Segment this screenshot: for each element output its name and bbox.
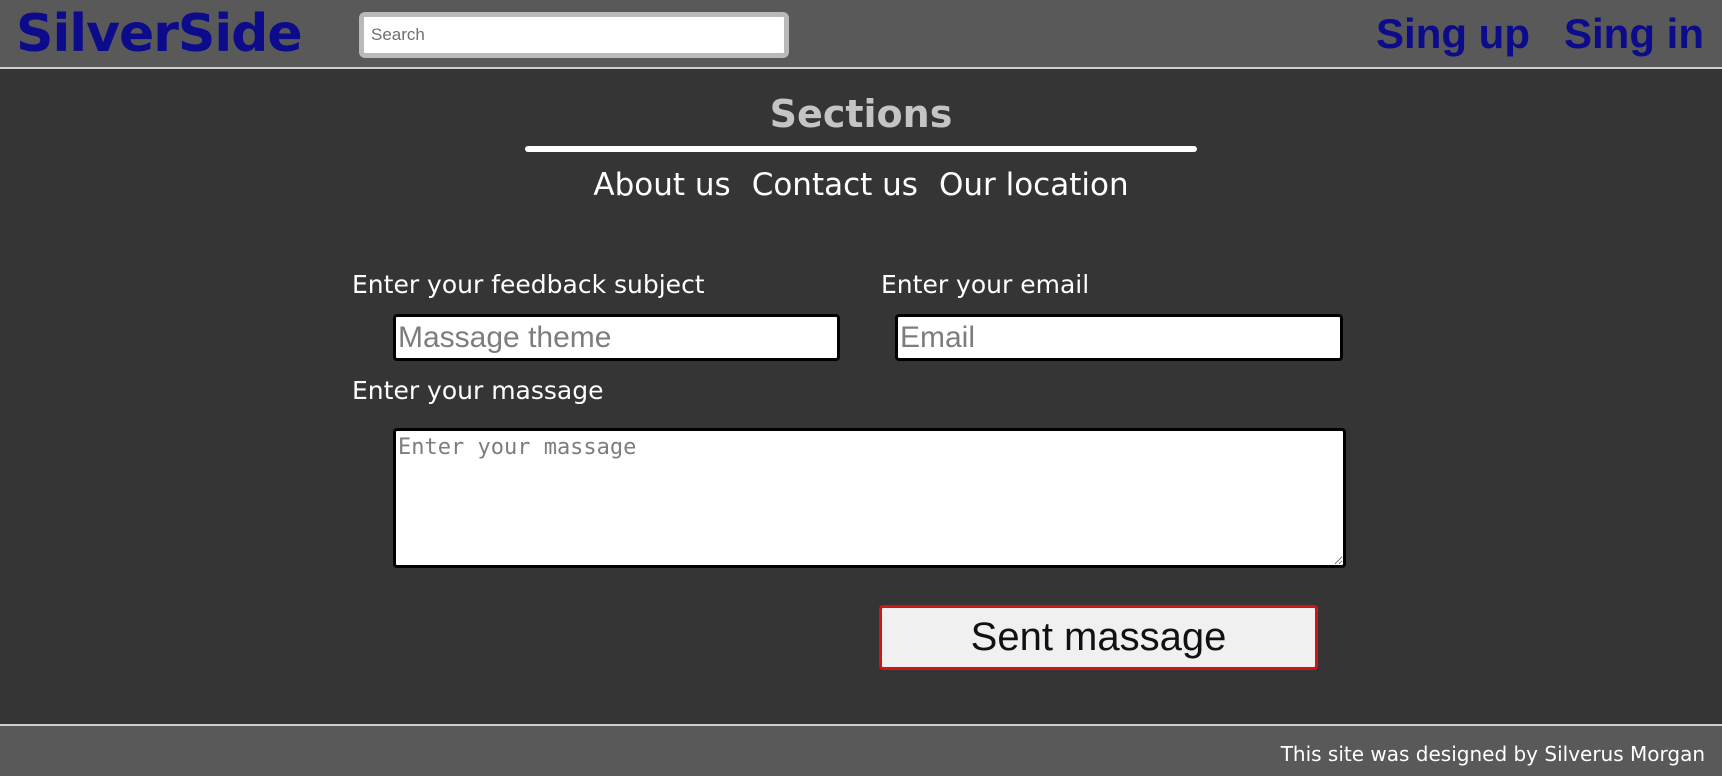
message-textarea[interactable]	[393, 428, 1346, 568]
message-label: Enter your massage	[352, 376, 604, 405]
nav-contact-us[interactable]: Contact us	[752, 163, 918, 207]
footer-credit: This site was designed by Silverus Morga…	[1280, 742, 1705, 766]
email-label: Enter your email	[881, 270, 1090, 299]
search-input[interactable]	[359, 12, 789, 58]
sign-in-link[interactable]: Sing in	[1564, 8, 1704, 60]
site-footer: This site was designed by Silverus Morga…	[0, 724, 1722, 776]
subject-label: Enter your feedback subject	[352, 270, 705, 299]
site-header: SilverSide Sing up Sing in	[0, 0, 1722, 69]
site-logo[interactable]: SilverSide	[16, 2, 303, 66]
send-message-button[interactable]: Sent massage	[879, 605, 1318, 670]
subject-input[interactable]	[393, 314, 840, 361]
auth-links: Sing up Sing in	[1376, 8, 1704, 60]
sections-heading: Sections	[769, 92, 953, 136]
sections-nav: About us Contact us Our location	[0, 163, 1722, 207]
sections-divider	[525, 146, 1197, 152]
nav-our-location[interactable]: Our location	[939, 163, 1129, 207]
email-input[interactable]	[895, 314, 1343, 361]
sign-up-link[interactable]: Sing up	[1376, 8, 1530, 60]
nav-about-us[interactable]: About us	[593, 163, 730, 207]
